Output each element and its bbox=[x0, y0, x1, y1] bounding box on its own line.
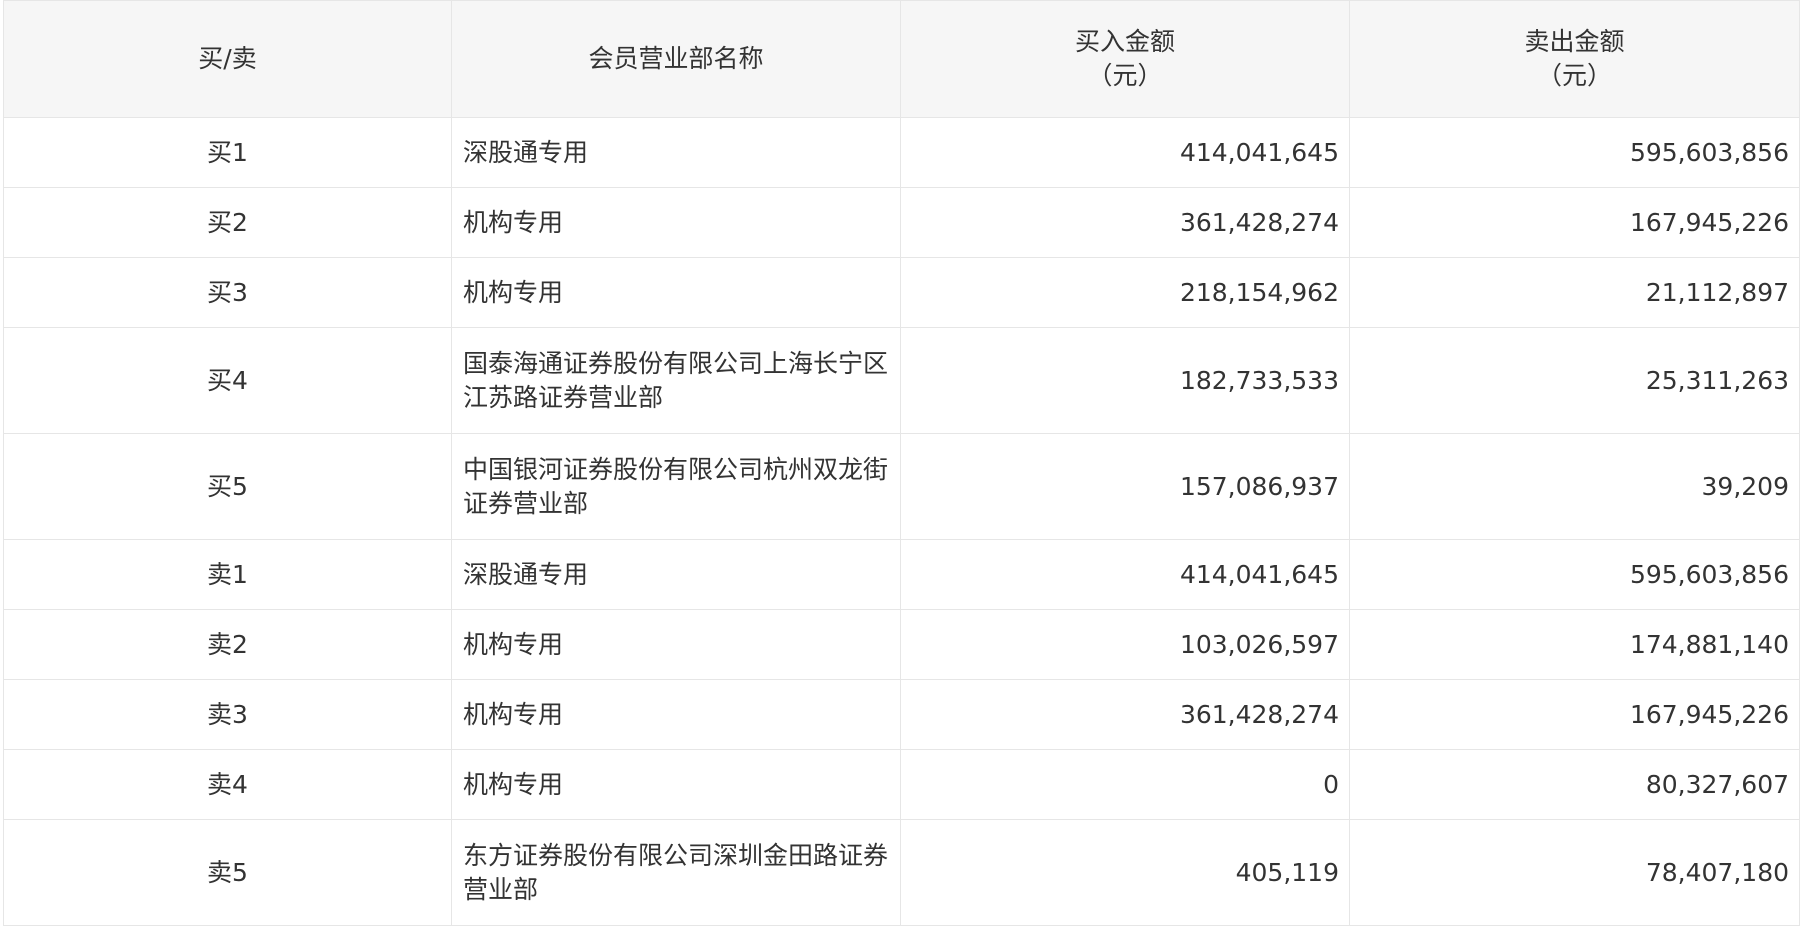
header-buy-amount-label: 买入金额 bbox=[1074, 27, 1175, 56]
row-branch-name: 机构专用 bbox=[451, 187, 901, 258]
row-buy-amount: 157,086,937 bbox=[900, 433, 1350, 540]
table-header: 买/卖 会员营业部名称 买入金额 （元） 卖出金额 （元） bbox=[3, 0, 1800, 118]
header-buy-amount-unit: （元） bbox=[1087, 61, 1163, 90]
row-side: 买3 bbox=[3, 257, 452, 328]
row-branch-name: 深股通专用 bbox=[451, 539, 901, 610]
row-branch-name: 中国银河证券股份有限公司杭州双龙街证券营业部 bbox=[451, 433, 901, 540]
table-row: 卖2 机构专用 103,026,597 174,881,140 bbox=[3, 609, 1800, 680]
row-sell-amount: 78,407,180 bbox=[1349, 819, 1800, 926]
row-branch-name: 深股通专用 bbox=[451, 117, 901, 188]
table-row: 卖4 机构专用 0 80,327,607 bbox=[3, 749, 1800, 820]
row-sell-amount: 595,603,856 bbox=[1349, 539, 1800, 610]
row-buy-amount: 182,733,533 bbox=[900, 327, 1350, 434]
row-side: 买2 bbox=[3, 187, 452, 258]
table-row: 买2 机构专用 361,428,274 167,945,226 bbox=[3, 187, 1800, 258]
row-buy-amount: 361,428,274 bbox=[900, 679, 1350, 750]
row-side: 买4 bbox=[3, 327, 452, 434]
table-row: 买5 中国银河证券股份有限公司杭州双龙街证券营业部 157,086,937 39… bbox=[3, 433, 1800, 540]
header-sell-amount-unit: （元） bbox=[1536, 61, 1612, 90]
table-row: 卖1 深股通专用 414,041,645 595,603,856 bbox=[3, 539, 1800, 610]
row-sell-amount: 25,311,263 bbox=[1349, 327, 1800, 434]
row-sell-amount: 80,327,607 bbox=[1349, 749, 1800, 820]
row-branch-name: 东方证券股份有限公司深圳金田路证券营业部 bbox=[451, 819, 901, 926]
header-sell-amount-label: 卖出金额 bbox=[1524, 27, 1625, 56]
row-side: 买5 bbox=[3, 433, 452, 540]
row-buy-amount: 103,026,597 bbox=[900, 609, 1350, 680]
row-buy-amount: 414,041,645 bbox=[900, 117, 1350, 188]
header-buy-amount: 买入金额 （元） bbox=[900, 0, 1350, 118]
row-sell-amount: 39,209 bbox=[1349, 433, 1800, 540]
row-side: 卖2 bbox=[3, 609, 452, 680]
row-sell-amount: 167,945,226 bbox=[1349, 679, 1800, 750]
row-branch-name: 机构专用 bbox=[451, 749, 901, 820]
row-side: 卖1 bbox=[3, 539, 452, 610]
row-side: 卖5 bbox=[3, 819, 452, 926]
row-side: 卖3 bbox=[3, 679, 452, 750]
table-row: 卖5 东方证券股份有限公司深圳金田路证券营业部 405,119 78,407,1… bbox=[3, 819, 1800, 926]
table-body: 买1 深股通专用 414,041,645 595,603,856 买2 机构专用… bbox=[3, 117, 1800, 926]
row-branch-name: 机构专用 bbox=[451, 679, 901, 750]
trading-seats-table: 买/卖 会员营业部名称 买入金额 （元） 卖出金额 （元） 买1 深股通专用 4… bbox=[3, 0, 1800, 926]
row-sell-amount: 174,881,140 bbox=[1349, 609, 1800, 680]
header-row: 买/卖 会员营业部名称 买入金额 （元） 卖出金额 （元） bbox=[3, 0, 1800, 118]
row-branch-name: 机构专用 bbox=[451, 609, 901, 680]
row-buy-amount: 361,428,274 bbox=[900, 187, 1350, 258]
row-sell-amount: 595,603,856 bbox=[1349, 117, 1800, 188]
table-row: 买4 国泰海通证券股份有限公司上海长宁区江苏路证券营业部 182,733,533… bbox=[3, 327, 1800, 434]
table-row: 买3 机构专用 218,154,962 21,112,897 bbox=[3, 257, 1800, 328]
row-sell-amount: 167,945,226 bbox=[1349, 187, 1800, 258]
row-buy-amount: 405,119 bbox=[900, 819, 1350, 926]
table-row: 买1 深股通专用 414,041,645 595,603,856 bbox=[3, 117, 1800, 188]
row-branch-name: 国泰海通证券股份有限公司上海长宁区江苏路证券营业部 bbox=[451, 327, 901, 434]
header-branch-name: 会员营业部名称 bbox=[451, 0, 901, 118]
header-side: 买/卖 bbox=[3, 0, 452, 118]
row-side: 买1 bbox=[3, 117, 452, 188]
row-branch-name: 机构专用 bbox=[451, 257, 901, 328]
row-buy-amount: 218,154,962 bbox=[900, 257, 1350, 328]
trading-seats-table-container: 买/卖 会员营业部名称 买入金额 （元） 卖出金额 （元） 买1 深股通专用 4… bbox=[0, 0, 1801, 933]
table-row: 卖3 机构专用 361,428,274 167,945,226 bbox=[3, 679, 1800, 750]
header-sell-amount: 卖出金额 （元） bbox=[1349, 0, 1800, 118]
row-buy-amount: 0 bbox=[900, 749, 1350, 820]
row-buy-amount: 414,041,645 bbox=[900, 539, 1350, 610]
row-sell-amount: 21,112,897 bbox=[1349, 257, 1800, 328]
row-side: 卖4 bbox=[3, 749, 452, 820]
